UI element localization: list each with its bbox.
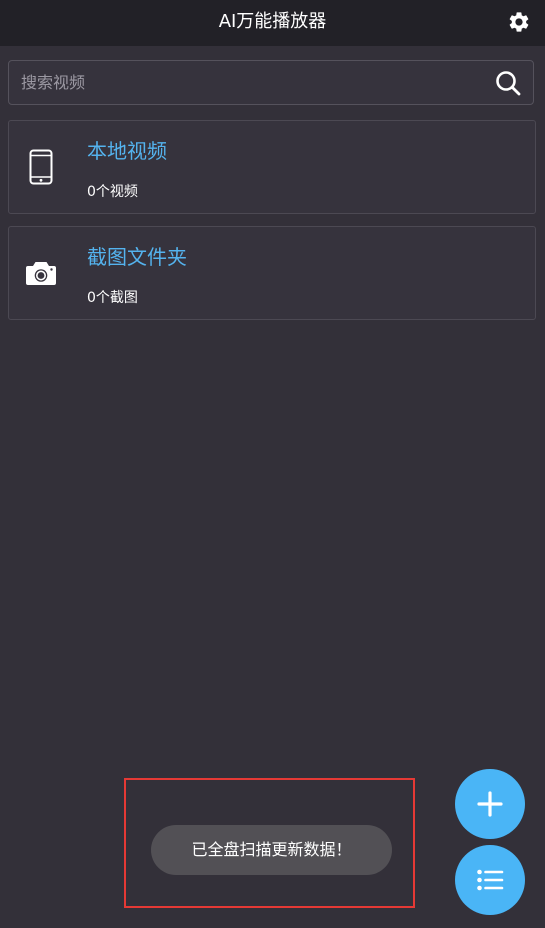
add-button[interactable] — [455, 769, 525, 839]
search-button[interactable] — [493, 68, 523, 98]
camera-icon — [26, 262, 56, 285]
plus-icon — [477, 791, 503, 817]
local-videos-title: 本地视频 — [87, 139, 167, 163]
toast-message: 已全盘扫描更新数据！ — [151, 825, 392, 875]
smartphone-icon — [29, 149, 53, 185]
search-bar — [8, 60, 534, 105]
local-videos-card[interactable]: 本地视频 0个视频 — [8, 120, 536, 214]
screenshots-folder-card[interactable]: 截图文件夹 0个截图 — [8, 226, 536, 320]
app-title: AI万能播放器 — [218, 11, 327, 32]
list-icon — [477, 869, 504, 891]
screenshots-folder-title: 截图文件夹 — [87, 245, 187, 269]
local-videos-count: 0个视频 — [87, 184, 138, 200]
search-input[interactable] — [21, 61, 481, 104]
local-videos-icon-wrap — [23, 149, 59, 185]
gear-icon — [509, 12, 529, 32]
top-app-bar: AI万能播放器 — [0, 0, 545, 46]
list-button[interactable] — [455, 845, 525, 915]
search-icon — [496, 71, 521, 96]
settings-button[interactable] — [504, 7, 534, 37]
screenshots-icon-wrap — [23, 255, 59, 291]
screenshots-count: 0个截图 — [87, 290, 138, 306]
